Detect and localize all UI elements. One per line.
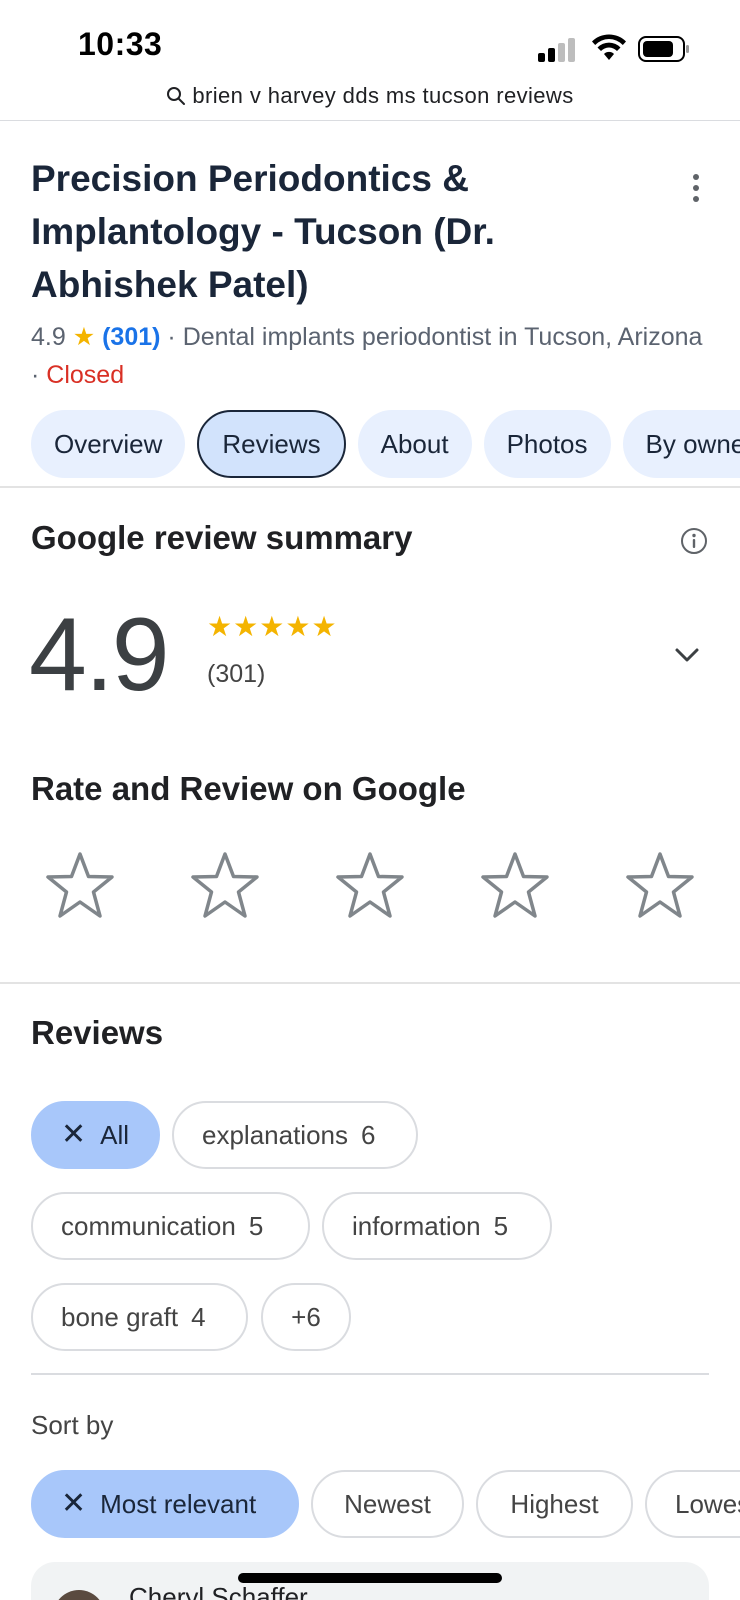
chip-label: communication <box>61 1210 236 1241</box>
info-icon[interactable] <box>680 527 708 555</box>
topic-chip-information[interactable]: information 5 <box>322 1192 552 1260</box>
chip-label: Lowest <box>675 1488 740 1519</box>
rate-stars <box>44 850 704 924</box>
battery-icon <box>638 36 689 62</box>
star-icon: ★ <box>72 323 96 351</box>
tab-reviews[interactable]: Reviews <box>197 410 346 478</box>
divider <box>0 486 740 488</box>
cellular-signal-icon <box>538 36 580 62</box>
summary-stars: ★ ★ ★ ★ ★ <box>207 612 337 642</box>
topic-chip-bone-graft[interactable]: bone graft 4 <box>31 1283 248 1351</box>
chip-label: Newest <box>344 1488 431 1519</box>
business-meta: 4.9 ★ (301) · Dental implants periodonti… <box>31 318 711 394</box>
chip-label: Highest <box>510 1488 599 1519</box>
topic-chip-more[interactable]: +6 <box>261 1283 351 1351</box>
sort-chip-newest[interactable]: Newest <box>311 1470 464 1538</box>
tab-photos[interactable]: Photos <box>483 410 611 478</box>
summary-count: (301) <box>207 660 266 688</box>
status-time: 10:33 <box>78 26 163 62</box>
reviewer-name: Cheryl Schaffer <box>129 1582 308 1600</box>
separator: · <box>160 323 183 351</box>
close-icon: ✕ <box>61 1118 87 1151</box>
tab-about[interactable]: About <box>357 410 472 478</box>
star-icon: ★ <box>259 611 285 642</box>
summary-rating: 4.9 <box>29 597 170 713</box>
chevron-down-icon[interactable] <box>672 640 702 670</box>
divider <box>0 120 740 121</box>
star-outline-icon[interactable] <box>44 850 116 922</box>
chip-label: explanations <box>202 1119 348 1150</box>
tab-bar: Overview Reviews About Photos By owner <box>31 410 740 478</box>
business-rating: 4.9 <box>31 323 66 351</box>
star-outline-icon[interactable] <box>479 850 551 922</box>
home-indicator[interactable] <box>238 1573 502 1583</box>
separator: · <box>31 361 47 389</box>
sort-chip-most-relevant[interactable]: ✕ Most relevant <box>31 1470 299 1538</box>
star-icon: ★ <box>285 611 311 642</box>
chip-count: 5 <box>493 1210 509 1241</box>
star-icon: ★ <box>207 611 233 642</box>
search-icon <box>167 87 186 105</box>
divider <box>31 1373 709 1375</box>
tab-by-owner[interactable]: By owner <box>622 410 740 478</box>
star-icon: ★ <box>311 611 337 642</box>
divider <box>0 982 740 984</box>
chip-label: +6 <box>291 1301 321 1332</box>
open-status: Closed <box>46 361 125 389</box>
search-query: brien v harvey dds ms tucson reviews <box>192 83 574 108</box>
chip-count: 4 <box>191 1301 206 1332</box>
chip-label: All <box>100 1119 130 1150</box>
topic-chip-explanations[interactable]: explanations 6 <box>172 1101 418 1169</box>
rate-review-title: Rate and Review on Google <box>31 770 466 807</box>
chip-count: 5 <box>248 1210 264 1241</box>
avatar <box>53 1590 105 1600</box>
chip-label: information <box>352 1210 481 1241</box>
review-count-link[interactable]: (301) <box>102 323 160 351</box>
star-icon: ★ <box>233 611 259 642</box>
wifi-icon <box>592 34 626 60</box>
more-vert-icon[interactable] <box>684 170 708 206</box>
sort-chip-lowest[interactable]: Lowest <box>645 1470 740 1538</box>
close-icon: ✕ <box>61 1487 87 1520</box>
chip-count: 6 <box>361 1119 376 1150</box>
chip-label: Most relevant <box>100 1488 257 1519</box>
sort-chip-highest[interactable]: Highest <box>476 1470 633 1538</box>
chip-label: bone graft <box>61 1301 179 1332</box>
tab-overview[interactable]: Overview <box>31 410 186 478</box>
search-bar[interactable]: brien v harvey dds ms tucson reviews <box>0 76 740 116</box>
reviews-title: Reviews <box>31 1014 164 1051</box>
status-bar: 10:33 <box>0 0 740 72</box>
topic-chip-communication[interactable]: communication 5 <box>31 1192 310 1260</box>
star-outline-icon[interactable] <box>189 850 261 922</box>
star-outline-icon[interactable] <box>624 850 696 922</box>
business-category: Dental implants periodontist in Tucson, … <box>182 323 703 351</box>
business-title: Precision Periodontics & Implantology - … <box>31 158 495 305</box>
review-summary-title: Google review summary <box>31 519 413 556</box>
star-outline-icon[interactable] <box>334 850 406 922</box>
topic-chip-all[interactable]: ✕ All <box>31 1101 160 1169</box>
sort-by-label: Sort by <box>31 1410 114 1440</box>
